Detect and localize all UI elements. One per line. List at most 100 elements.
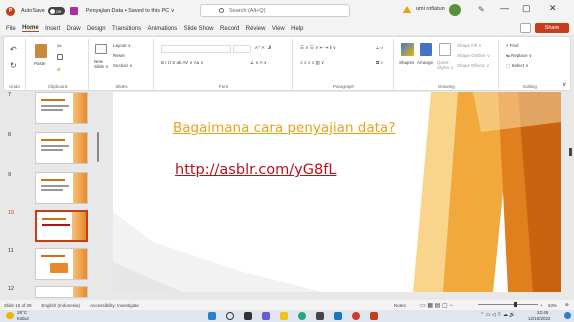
cut-icon[interactable]: ✂ xyxy=(57,43,62,50)
thumbnail-scrollbar[interactable] xyxy=(96,94,100,294)
ribbon-collapse-icon[interactable]: ∨ xyxy=(562,81,566,88)
restore-button[interactable]: ▢ xyxy=(522,3,531,14)
scrollbar-thumb[interactable] xyxy=(97,132,99,162)
shapes-label[interactable]: Shapes xyxy=(399,60,414,65)
slide-thumbnail[interactable] xyxy=(35,172,88,204)
align-buttons[interactable]: ≡ ≡ ≡ ≡ ▥ ∨ xyxy=(300,60,324,66)
teams-icon[interactable] xyxy=(262,312,270,320)
zoom-slider[interactable] xyxy=(478,304,538,305)
minimize-button[interactable]: — xyxy=(500,3,509,13)
slide-thumbnail[interactable] xyxy=(35,286,88,298)
smartart-icon[interactable]: ⧉ ∨ xyxy=(376,60,383,65)
pen-icon[interactable]: ✎ xyxy=(478,5,485,14)
fit-slide-icon[interactable]: ⊕ xyxy=(565,302,569,308)
clock-time[interactable]: 22:45 xyxy=(537,310,548,315)
word-icon[interactable] xyxy=(334,312,342,320)
undo-icon[interactable]: ↶ xyxy=(10,45,17,54)
search-taskbar-icon[interactable] xyxy=(226,312,234,320)
tab-home[interactable]: Home xyxy=(22,25,39,32)
zoom-level[interactable]: 63% xyxy=(548,303,557,308)
search-box[interactable]: Search (Alt+Q) xyxy=(200,4,350,17)
text-direction-icon[interactable]: ⟂ ∨ xyxy=(376,45,383,50)
slide-thumbnail[interactable] xyxy=(35,248,88,280)
font-format-buttons[interactable]: B I U S ab AV ∨ Aa ∨ xyxy=(161,60,204,66)
thumbnail-row[interactable]: 9 xyxy=(0,172,100,212)
comments-button[interactable] xyxy=(520,23,531,33)
slide-thumbnail-selected[interactable] xyxy=(35,210,88,242)
font-name-dropdown[interactable] xyxy=(161,45,231,53)
quick-styles-label[interactable]: Quick Styles ∨ xyxy=(437,60,455,71)
language-indicator[interactable]: English (Indonesia) xyxy=(42,303,81,308)
user-name[interactable]: umi rofiatun xyxy=(416,6,445,12)
save-icon[interactable] xyxy=(69,7,78,15)
shape-effects-button[interactable]: Shape Effects ∨ xyxy=(457,63,489,69)
tab-transitions[interactable]: Transitions xyxy=(112,26,141,32)
thumbnail-row[interactable]: 7 xyxy=(0,92,100,132)
layout-button[interactable]: Layout ∨ xyxy=(113,43,131,49)
paste-label[interactable]: Paste xyxy=(34,61,46,66)
accessibility-status[interactable]: Accessibility: Investigate xyxy=(90,303,139,308)
quick-styles-icon[interactable] xyxy=(439,43,451,56)
tab-animations[interactable]: Animations xyxy=(148,26,178,32)
tab-draw[interactable]: Draw xyxy=(67,26,81,32)
powerpoint-taskbar-icon[interactable] xyxy=(370,312,378,320)
clock-date[interactable]: 12/10/2022 xyxy=(528,316,551,321)
tab-help[interactable]: Help xyxy=(291,26,303,32)
store-icon[interactable] xyxy=(316,312,324,320)
thumbnail-row-selected[interactable]: 10 xyxy=(0,210,100,250)
redo-icon[interactable]: ↻ xyxy=(10,61,17,70)
close-button[interactable]: ✕ xyxy=(549,3,557,14)
scrollbar-marker[interactable] xyxy=(569,148,572,156)
shapes-icon[interactable] xyxy=(401,43,414,56)
zoom-in-icon[interactable]: + xyxy=(540,303,543,308)
find-button[interactable]: ⌕ Find xyxy=(506,43,519,48)
format-painter-icon[interactable]: ⌀ xyxy=(57,66,61,73)
slide-scrollbar[interactable] xyxy=(566,92,574,292)
tab-design[interactable]: Design xyxy=(87,26,106,32)
thumbnail-row[interactable]: 8 xyxy=(0,132,100,172)
notes-button[interactable]: Notes xyxy=(394,303,406,308)
shape-fill-button[interactable]: Shape Fill ∨ xyxy=(457,43,482,49)
autosave-toggle[interactable]: Off xyxy=(47,7,65,15)
tab-slide-show[interactable]: Slide Show xyxy=(184,26,214,32)
system-tray-icons[interactable]: ⌃ ▭ ◁ ⌔ ☁ 🔊 xyxy=(480,312,516,318)
replace-button[interactable]: ⇆ Replace ∨ xyxy=(506,53,532,59)
new-slide-label[interactable]: New Slide ∨ xyxy=(94,59,110,70)
slide-thumbnail[interactable] xyxy=(35,132,88,164)
thumbnail-row[interactable]: 12 xyxy=(0,286,100,298)
document-title[interactable]: Penyajian Data • Saved to this PC ∨ xyxy=(86,8,175,14)
select-button[interactable]: ⬚ Select ∨ xyxy=(506,63,529,69)
windows-start-icon[interactable] xyxy=(208,312,216,320)
list-buttons[interactable]: ☰ ∨ ☰ ∨ ⇤ ⇥ ‖ ∨ xyxy=(300,45,336,51)
tab-view[interactable]: View xyxy=(272,26,285,32)
warning-icon[interactable] xyxy=(403,6,411,13)
slide-canvas[interactable]: Bagaimana cara penyajian data? http://as… xyxy=(113,92,561,292)
font-size-dropdown[interactable] xyxy=(233,45,251,53)
avatar[interactable] xyxy=(449,4,461,16)
arrange-label[interactable]: Arrange xyxy=(417,60,433,65)
new-slide-icon[interactable] xyxy=(95,44,107,54)
copy-icon[interactable] xyxy=(57,54,63,60)
slide-title[interactable]: Bagaimana cara penyajian data? xyxy=(173,120,395,136)
chrome-icon[interactable] xyxy=(352,312,360,320)
notification-icon[interactable] xyxy=(564,312,571,319)
font-color-buttons[interactable]: ∠ ∨ A ∨ xyxy=(250,60,267,66)
share-button[interactable]: Share xyxy=(535,23,569,33)
tab-file[interactable]: File xyxy=(6,26,16,32)
slide-count[interactable]: Slide 10 of 29 xyxy=(4,303,32,308)
tab-review[interactable]: Review xyxy=(246,26,266,32)
paste-icon[interactable] xyxy=(35,44,47,58)
shape-outline-button[interactable]: Shape Outline ∨ xyxy=(457,53,490,59)
weather-desc[interactable]: Kabut xyxy=(17,316,29,321)
reset-button[interactable]: Reset xyxy=(113,53,125,58)
tab-insert[interactable]: Insert xyxy=(45,26,60,32)
file-explorer-icon[interactable] xyxy=(280,312,288,320)
arrange-icon[interactable] xyxy=(420,43,432,56)
font-size-buttons[interactable]: A⁺ A⁻ Ꭿ xyxy=(255,45,271,51)
view-buttons[interactable]: ▭ ▦ ▤ ▢ − xyxy=(420,302,453,309)
edge-icon[interactable] xyxy=(298,312,306,320)
slide-link[interactable]: http://asblr.com/yG8fL xyxy=(175,162,336,178)
task-view-icon[interactable] xyxy=(244,312,252,320)
zoom-slider-thumb[interactable] xyxy=(514,302,517,307)
section-button[interactable]: Section ∨ xyxy=(113,63,133,69)
